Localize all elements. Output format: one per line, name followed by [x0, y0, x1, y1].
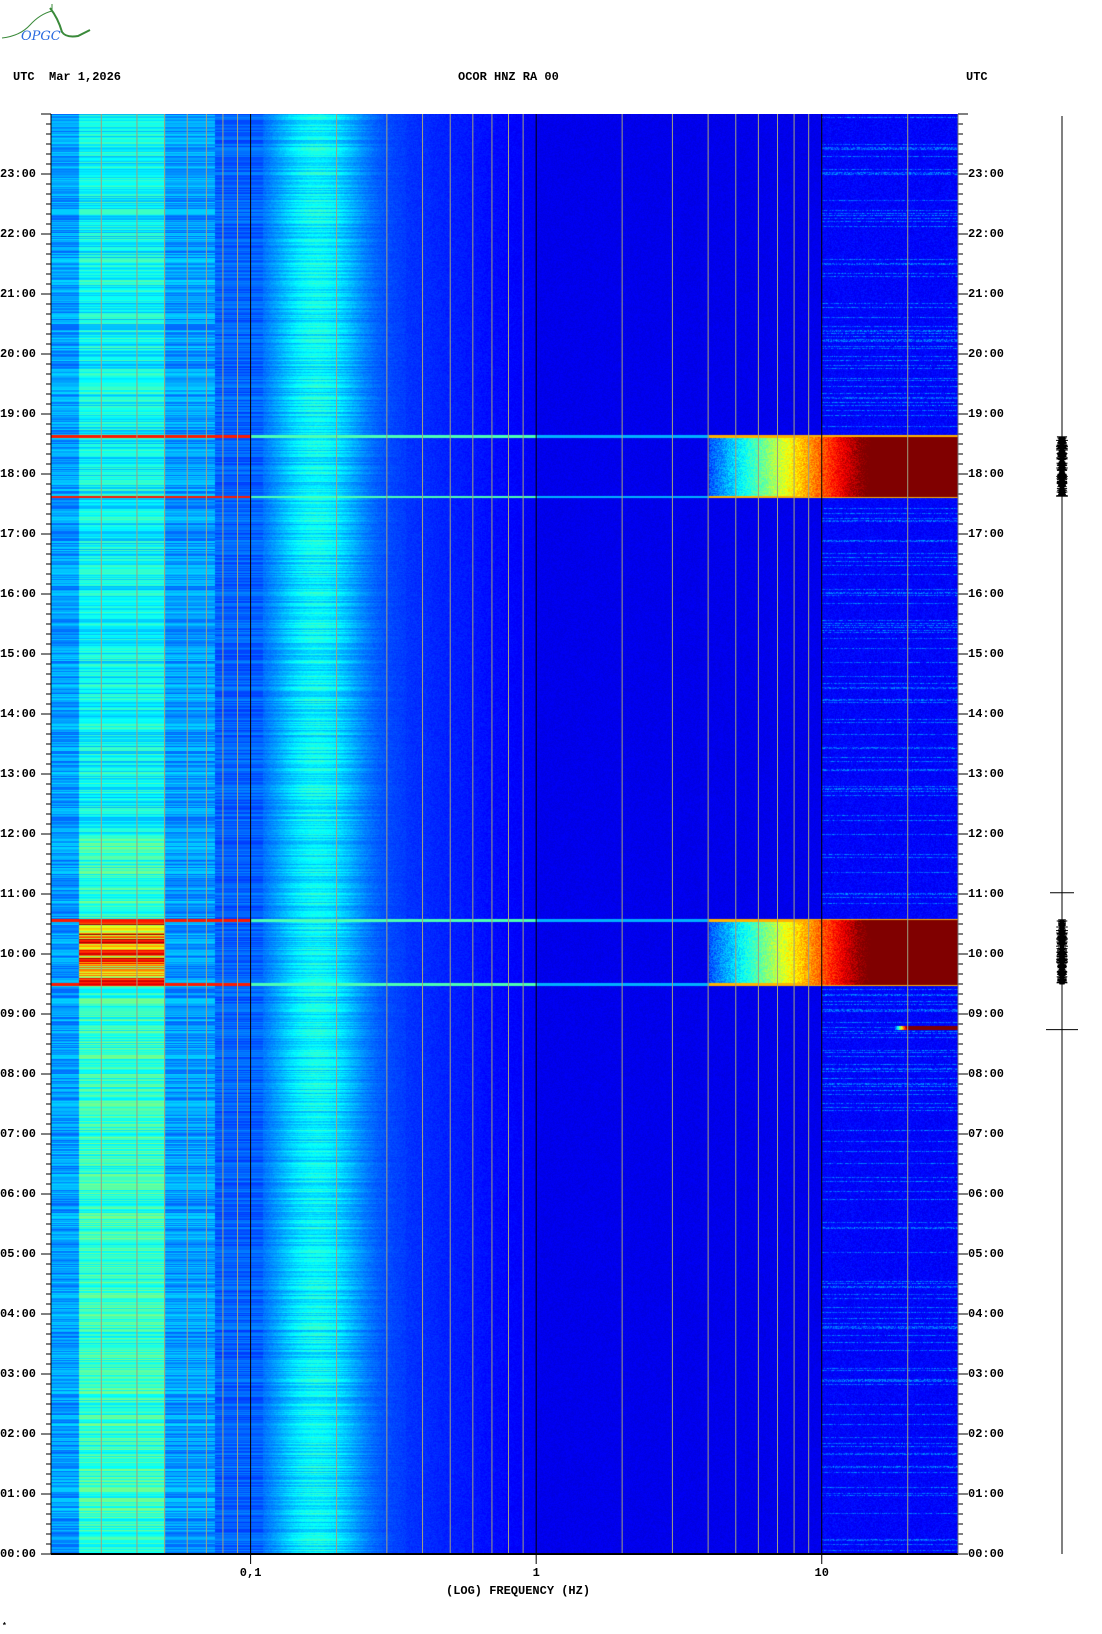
y-tick-label: 14:00 — [968, 707, 1004, 721]
y-tick-label: 00:00 — [0, 1547, 36, 1561]
y-tick-label: 11:00 — [968, 887, 1004, 901]
y-tick-label: 09:00 — [0, 1007, 36, 1021]
y-tick-label: 20:00 — [968, 347, 1004, 361]
y-tick-label: 10:00 — [968, 947, 1004, 961]
y-tick-label: 02:00 — [0, 1427, 36, 1441]
y-tick-label: 14:00 — [0, 707, 36, 721]
y-tick-label: 09:00 — [968, 1007, 1004, 1021]
y-tick-label: 19:00 — [968, 407, 1004, 421]
y-tick-label: 21:00 — [968, 287, 1004, 301]
y-tick-label: 01:00 — [0, 1487, 36, 1501]
y-tick-label: 02:00 — [968, 1427, 1004, 1441]
y-tick-label: 15:00 — [0, 647, 36, 661]
y-tick-label: 22:00 — [968, 227, 1004, 241]
y-tick-label: 17:00 — [968, 527, 1004, 541]
y-tick-label: 20:00 — [0, 347, 36, 361]
y-tick-label: 06:00 — [0, 1187, 36, 1201]
x-tick-label: 1 — [533, 1566, 540, 1580]
y-tick-label: 16:00 — [968, 587, 1004, 601]
y-tick-label: 03:00 — [968, 1367, 1004, 1381]
y-tick-label: 07:00 — [0, 1127, 36, 1141]
y-tick-label: 07:00 — [968, 1127, 1004, 1141]
y-tick-label: 06:00 — [968, 1187, 1004, 1201]
y-tick-label: 15:00 — [968, 647, 1004, 661]
y-tick-label: 12:00 — [0, 827, 36, 841]
y-tick-label: 12:00 — [968, 827, 1004, 841]
y-tick-label: 00:00 — [968, 1547, 1004, 1561]
y-tick-label: 08:00 — [968, 1067, 1004, 1081]
y-tick-label: 04:00 — [0, 1307, 36, 1321]
y-tick-label: 13:00 — [0, 767, 36, 781]
y-tick-label: 08:00 — [0, 1067, 36, 1081]
chart-overlay — [0, 0, 1102, 1634]
y-tick-label: 03:00 — [0, 1367, 36, 1381]
x-tick-label: 10 — [815, 1566, 829, 1580]
y-tick-label: 17:00 — [0, 527, 36, 541]
y-tick-label: 21:00 — [0, 287, 36, 301]
y-tick-label: 13:00 — [968, 767, 1004, 781]
y-tick-label: 10:00 — [0, 947, 36, 961]
y-tick-label: 11:00 — [0, 887, 36, 901]
y-tick-label: 01:00 — [968, 1487, 1004, 1501]
y-tick-label: 04:00 — [968, 1307, 1004, 1321]
x-tick-label: 0,1 — [240, 1566, 262, 1580]
y-tick-label: 18:00 — [968, 467, 1004, 481]
y-tick-label: 22:00 — [0, 227, 36, 241]
y-tick-label: 18:00 — [0, 467, 36, 481]
y-tick-label: 16:00 — [0, 587, 36, 601]
y-tick-label: 23:00 — [968, 167, 1004, 181]
y-tick-label: 05:00 — [0, 1247, 36, 1261]
y-tick-label: 19:00 — [0, 407, 36, 421]
footer-mark: * — [2, 1622, 7, 1631]
x-axis-label: (LOG) FREQUENCY (HZ) — [446, 1584, 590, 1598]
y-tick-label: 05:00 — [968, 1247, 1004, 1261]
y-tick-label: 23:00 — [0, 167, 36, 181]
